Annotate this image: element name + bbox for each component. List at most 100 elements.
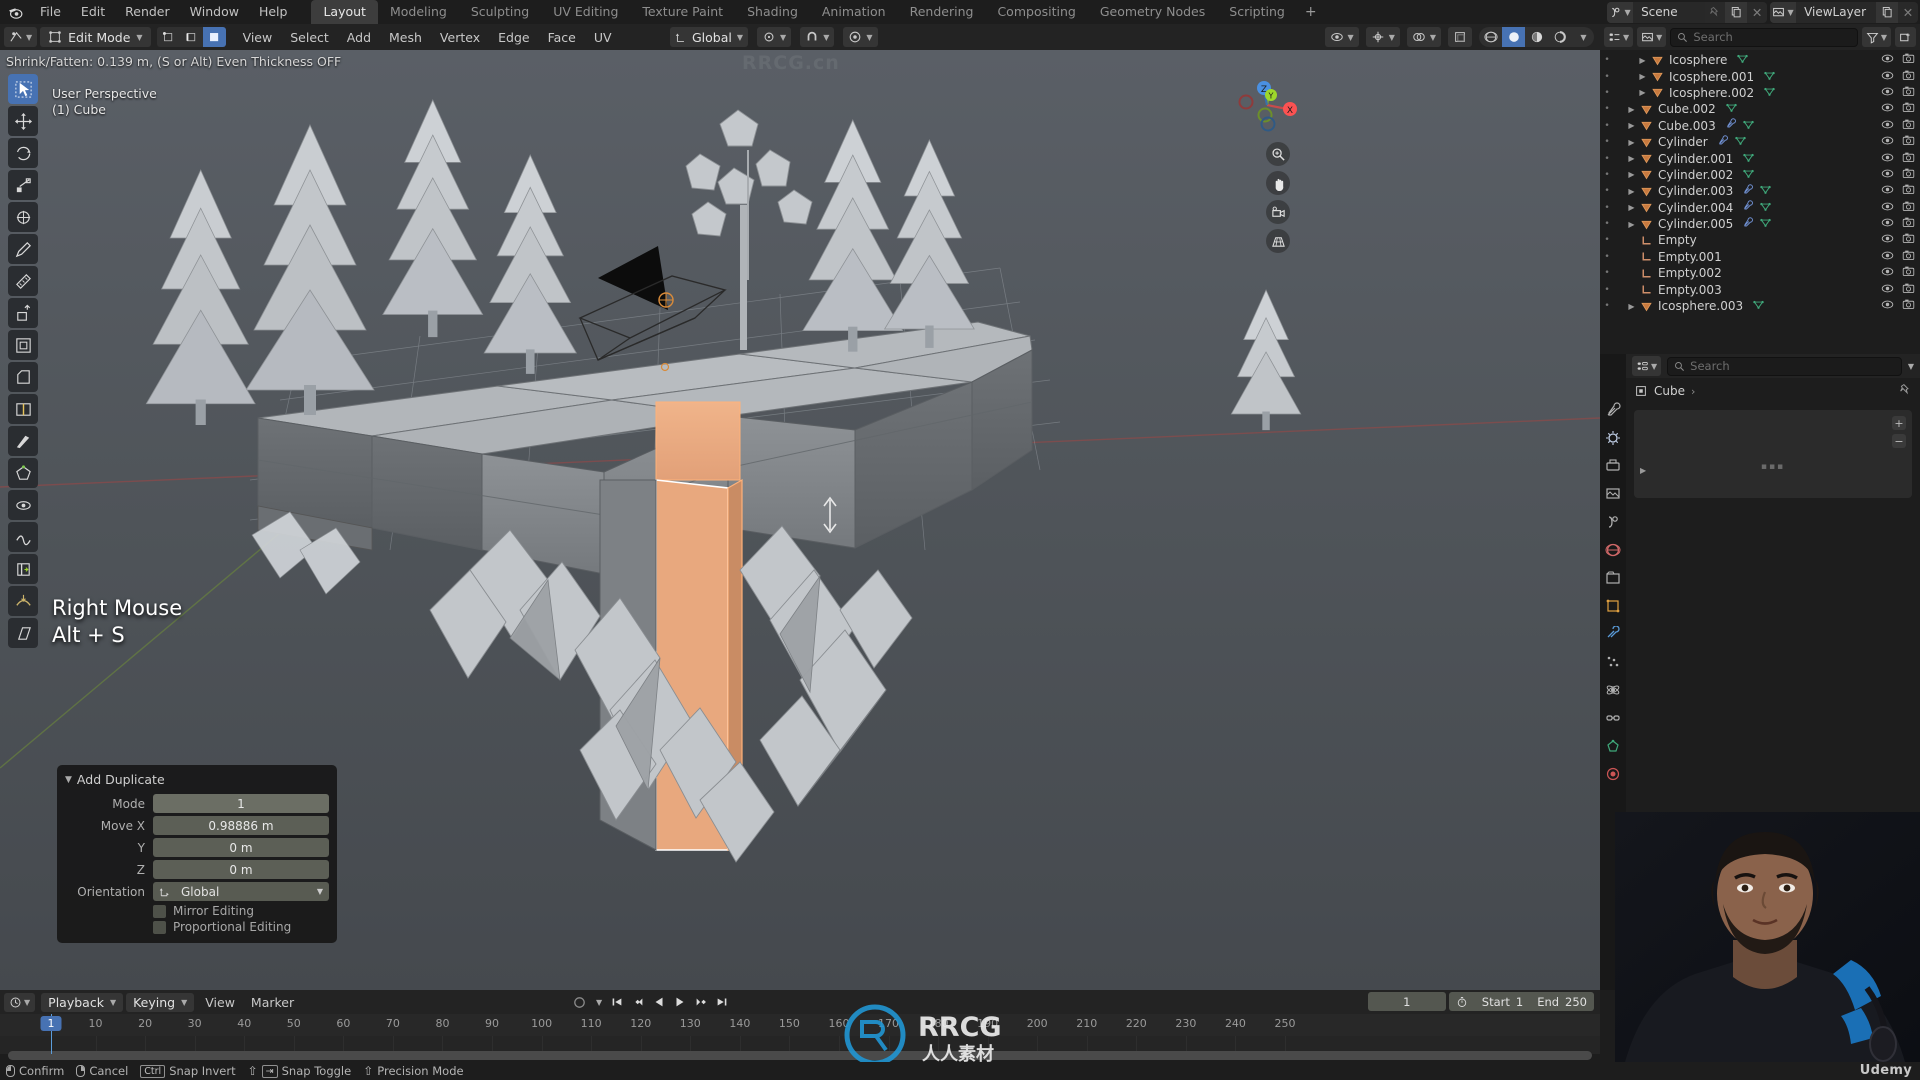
edge-select-icon[interactable] [179, 27, 203, 47]
interaction-mode-selector[interactable]: Edit Mode ▼ [40, 27, 151, 47]
properties-tab-collection-icon[interactable] [1603, 568, 1623, 588]
scene-selector[interactable]: ▼ Scene ✕ [1607, 1, 1768, 23]
menu-window[interactable]: Window [180, 0, 249, 24]
operator-orientation-dropdown[interactable]: Global ▼ [153, 882, 329, 901]
expand-chevron-icon[interactable]: ▶ [1625, 138, 1638, 147]
jump-start-icon[interactable] [607, 993, 626, 1012]
outliner-restrict-dot[interactable]: • [1600, 301, 1614, 311]
outliner-row[interactable]: • ▶ Icosphere.002 [1600, 85, 1920, 101]
new-scene-icon[interactable] [1725, 1, 1748, 23]
expand-chevron-icon[interactable]: ▶ [1636, 72, 1649, 81]
operator-value-move-x[interactable]: 0.98886 m [153, 816, 329, 835]
workspace-tab-animation[interactable]: Animation [810, 0, 898, 24]
workspace-tab-texture-paint[interactable]: Texture Paint [630, 0, 735, 24]
tool-transform-icon[interactable] [8, 202, 38, 232]
mesh-data-icon[interactable] [1736, 52, 1749, 68]
shading-material-icon[interactable] [1525, 27, 1548, 47]
hide-in-viewport-icon[interactable] [1881, 216, 1894, 232]
hide-in-viewport-icon[interactable] [1881, 69, 1894, 85]
outliner-row[interactable]: • ▶ Cylinder [1600, 134, 1920, 150]
tool-edge-slide-icon[interactable] [8, 554, 38, 584]
tool-inset-icon[interactable] [8, 330, 38, 360]
tool-shear-icon[interactable] [8, 618, 38, 648]
hide-in-viewport-icon[interactable] [1881, 151, 1894, 167]
workspace-tab-scripting[interactable]: Scripting [1217, 0, 1297, 24]
hide-in-viewport-icon[interactable] [1881, 85, 1894, 101]
tool-rotate-icon[interactable] [8, 138, 38, 168]
hide-in-viewport-icon[interactable] [1881, 183, 1894, 199]
disable-in-renders-icon[interactable] [1902, 298, 1915, 314]
tool-move-icon[interactable] [8, 106, 38, 136]
outliner-restrict-dot[interactable]: • [1600, 104, 1614, 114]
modifier-wrench-icon[interactable] [1742, 216, 1754, 232]
outliner-row[interactable]: • ▶ Cube.002 [1600, 101, 1920, 117]
outliner-restrict-dot[interactable]: • [1600, 235, 1614, 245]
playhead-frame-label[interactable]: 1 [40, 1016, 62, 1031]
outliner-row[interactable]: • ▶ Cylinder.001 [1600, 150, 1920, 166]
blender-logo-icon[interactable] [0, 4, 30, 21]
disable-in-renders-icon[interactable] [1902, 249, 1915, 265]
hide-in-viewport-icon[interactable] [1881, 282, 1894, 298]
workspace-tab-layout[interactable]: Layout [311, 0, 378, 24]
mesh-data-icon[interactable] [1752, 298, 1765, 314]
outliner-display-mode-icon[interactable]: ▼ [1637, 27, 1667, 47]
disable-in-renders-icon[interactable] [1902, 183, 1915, 199]
outliner-restrict-dot[interactable]: • [1600, 137, 1614, 147]
outliner-new-collection-icon[interactable] [1895, 27, 1916, 47]
overlays-toggle-icon[interactable]: ▼ [1406, 27, 1441, 47]
delete-scene-icon[interactable]: ✕ [1747, 1, 1768, 23]
disable-in-renders-icon[interactable] [1902, 134, 1915, 150]
viewport-menu-edge[interactable]: Edge [489, 30, 538, 45]
timeline-editor[interactable]: ▼ Playback ▼ Keying ▼ View Marker ▼ 1 St… [0, 990, 1600, 1062]
tool-tweak-icon[interactable] [8, 74, 38, 104]
snap-magnet-icon[interactable]: ▼ [800, 27, 835, 47]
modifier-wrench-icon[interactable] [1742, 184, 1754, 199]
workspace-tab-sculpting[interactable]: Sculpting [459, 0, 541, 24]
workspace-tab-geometry-nodes[interactable]: Geometry Nodes [1088, 0, 1217, 24]
properties-tab-data-icon[interactable] [1603, 736, 1623, 756]
mesh-data-icon[interactable] [1759, 216, 1772, 232]
next-keyframe-icon[interactable] [691, 993, 710, 1012]
mesh-data-icon[interactable] [1763, 69, 1776, 85]
outliner-row[interactable]: • Empty.001 [1600, 249, 1920, 265]
tool-poly-build-icon[interactable] [8, 458, 38, 488]
prev-keyframe-icon[interactable] [628, 993, 647, 1012]
outliner-row[interactable]: • ▶ Icosphere.001 [1600, 68, 1920, 84]
expand-chevron-icon[interactable]: ▶ [1625, 105, 1638, 114]
outliner-row[interactable]: • ▶ Cube.003 [1600, 118, 1920, 134]
disable-in-renders-icon[interactable] [1902, 200, 1915, 216]
mesh-data-icon[interactable] [1734, 134, 1747, 150]
viewlayer-selector[interactable]: ▼ ViewLayer ✕ [1770, 1, 1918, 23]
disable-in-renders-icon[interactable] [1902, 216, 1915, 232]
jump-end-icon[interactable] [712, 993, 731, 1012]
vertex-select-icon[interactable] [156, 27, 180, 47]
navigation-gizmo[interactable]: Z Y X [1234, 72, 1300, 138]
mesh-data-icon[interactable] [1759, 183, 1772, 199]
outliner-restrict-dot[interactable]: • [1600, 154, 1614, 164]
mesh-data-icon[interactable] [1759, 200, 1772, 216]
workspace-tab-shading[interactable]: Shading [735, 0, 810, 24]
expand-chevron-icon[interactable]: ▶ [1625, 203, 1638, 212]
new-viewlayer-icon[interactable] [1876, 1, 1898, 23]
pan-hand-icon[interactable] [1266, 171, 1290, 195]
operator-checkbox-proportional-editing[interactable]: Proportional Editing [153, 920, 329, 934]
hide-in-viewport-icon[interactable] [1881, 298, 1894, 314]
outliner-restrict-dot[interactable]: • [1600, 121, 1614, 131]
properties-tab-physics-icon[interactable] [1603, 680, 1623, 700]
outliner-restrict-dot[interactable]: • [1600, 268, 1614, 278]
outliner-search-input[interactable]: Search [1670, 27, 1858, 47]
properties-modifier-stack-panel[interactable]: + − ▶ ▪▪▪ [1634, 410, 1912, 498]
properties-tab-world-icon[interactable] [1603, 540, 1623, 560]
outliner-restrict-dot[interactable]: • [1600, 219, 1614, 229]
menu-render[interactable]: Render [115, 0, 180, 24]
zoom-icon[interactable] [1266, 142, 1290, 166]
tool-shrink-fatten-icon[interactable] [8, 586, 38, 616]
outliner-tree[interactable]: • ▶ Icosphere • ▶ Icosphere.001 • ▶ Icosphere.00… [1600, 50, 1920, 354]
properties-tab-object-icon[interactable] [1603, 596, 1623, 616]
disable-in-renders-icon[interactable] [1902, 52, 1915, 68]
properties-tab-scene-icon[interactable] [1603, 512, 1623, 532]
mesh-data-icon[interactable] [1725, 101, 1738, 117]
properties-tab-viewlayer-icon[interactable] [1603, 484, 1623, 504]
viewport-menu-face[interactable]: Face [539, 30, 585, 45]
operator-value-y[interactable]: 0 m [153, 838, 329, 857]
